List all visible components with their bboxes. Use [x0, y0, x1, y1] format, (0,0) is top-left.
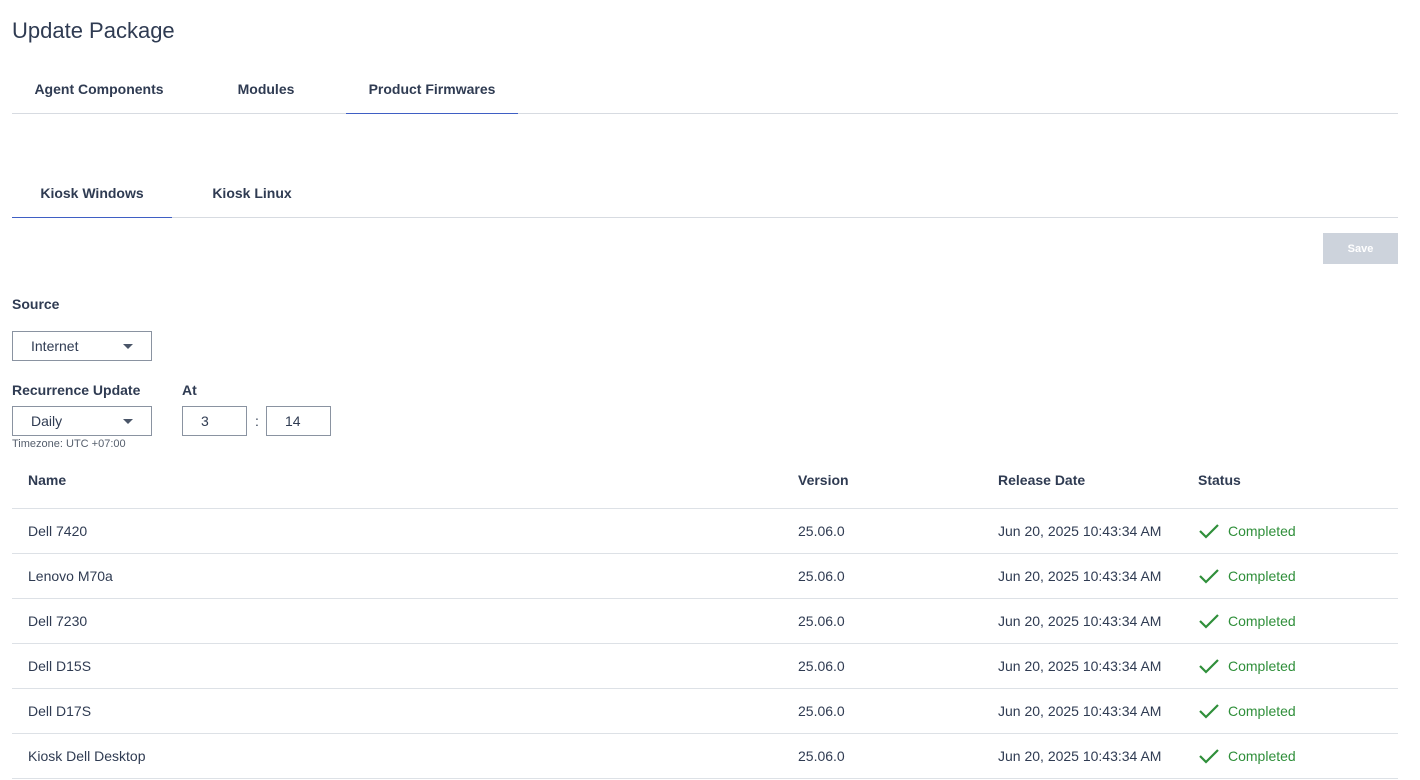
sub-tabs: Kiosk Windows Kiosk Linux	[12, 176, 1398, 218]
cell-release-date: Jun 20, 2025 10:43:34 AM	[998, 658, 1162, 674]
caret-down-icon	[123, 419, 133, 424]
check-icon	[1199, 614, 1219, 629]
status-text: Completed	[1228, 658, 1296, 674]
recurrence-label: Recurrence Update	[12, 382, 141, 398]
firmware-table: Name Version Release Date Status Dell 74…	[12, 462, 1398, 779]
check-icon	[1199, 524, 1219, 539]
cell-release-date: Jun 20, 2025 10:43:34 AM	[998, 523, 1162, 539]
tab-product-firmwares[interactable]: Product Firmwares	[346, 72, 518, 114]
cell-name: Dell D17S	[28, 703, 92, 719]
cell-name: Dell D15S	[28, 658, 92, 674]
caret-down-icon	[123, 344, 133, 349]
header-name[interactable]: Name	[28, 462, 66, 498]
cell-version: 25.06.0	[798, 748, 845, 764]
source-select-value: Internet	[31, 338, 79, 354]
cell-status: Completed	[1198, 509, 1296, 553]
tab-modules[interactable]: Modules	[186, 72, 346, 114]
table-row[interactable]: Dell 7230 25.06.0 Jun 20, 2025 10:43:34 AM…	[12, 599, 1398, 644]
minute-input[interactable]: 14	[266, 406, 331, 436]
table-row[interactable]: Lenovo M70a 25.06.0 Jun 20, 2025 10:43:34 …	[12, 554, 1398, 599]
table-body: Dell 7420 25.06.0 Jun 20, 2025 10:43:34 AM…	[12, 509, 1398, 779]
cell-version: 25.06.0	[798, 703, 845, 719]
cell-version: 25.06.0	[798, 613, 845, 629]
cell-status: Completed	[1198, 599, 1296, 643]
table-header: Name Version Release Date Status	[12, 462, 1398, 509]
tab-agent-components[interactable]: Agent Components	[12, 72, 186, 114]
tab-kiosk-windows[interactable]: Kiosk Windows	[12, 176, 172, 218]
at-label: At	[182, 382, 197, 398]
check-icon	[1199, 749, 1219, 764]
time-separator: :	[255, 413, 259, 429]
check-icon	[1199, 704, 1219, 719]
header-status[interactable]: Status	[1198, 462, 1241, 498]
cell-name: Dell 7230	[28, 613, 88, 629]
table-row[interactable]: Dell D17S 25.06.0 Jun 20, 2025 10:43:34 AM…	[12, 689, 1398, 734]
table-row[interactable]: Dell D15S 25.06.0 Jun 20, 2025 10:43:34 AM…	[12, 644, 1398, 689]
cell-status: Completed	[1198, 644, 1296, 688]
cell-version: 25.06.0	[798, 568, 845, 584]
cell-name: Lenovo M70a	[28, 568, 113, 584]
cell-status: Completed	[1198, 734, 1296, 778]
status-text: Completed	[1228, 613, 1296, 629]
timezone-note: Timezone: UTC +07:00	[12, 438, 126, 450]
status-text: Completed	[1228, 568, 1296, 584]
save-button[interactable]: Save	[1323, 233, 1398, 264]
cell-release-date: Jun 20, 2025 10:43:34 AM	[998, 703, 1162, 719]
status-text: Completed	[1228, 748, 1296, 764]
recurrence-select-value: Daily	[31, 413, 63, 429]
cell-version: 25.06.0	[798, 658, 845, 674]
source-select[interactable]: Internet	[12, 331, 152, 361]
cell-name: Kiosk Dell Desktop	[28, 748, 146, 764]
cell-release-date: Jun 20, 2025 10:43:34 AM	[998, 568, 1162, 584]
cell-status: Completed	[1198, 689, 1296, 733]
header-version[interactable]: Version	[798, 462, 849, 498]
status-text: Completed	[1228, 523, 1296, 539]
recurrence-select[interactable]: Daily	[12, 406, 152, 436]
cell-name: Dell 7420	[28, 523, 88, 539]
tab-kiosk-linux[interactable]: Kiosk Linux	[172, 176, 332, 218]
check-icon	[1199, 569, 1219, 584]
hour-input[interactable]: 3	[182, 406, 247, 436]
status-text: Completed	[1228, 703, 1296, 719]
table-row[interactable]: Dell 7420 25.06.0 Jun 20, 2025 10:43:34 AM…	[12, 509, 1398, 554]
cell-version: 25.06.0	[798, 523, 845, 539]
check-icon	[1199, 659, 1219, 674]
cell-status: Completed	[1198, 554, 1296, 598]
page-title: Update Package	[12, 18, 175, 43]
source-label: Source	[12, 296, 60, 312]
cell-release-date: Jun 20, 2025 10:43:34 AM	[998, 613, 1162, 629]
header-release-date[interactable]: Release Date	[998, 462, 1085, 498]
top-tabs: Agent Components Modules Product Firmwar…	[12, 72, 1398, 114]
table-row[interactable]: Kiosk Dell Desktop 25.06.0 Jun 20, 2025 10…	[12, 734, 1398, 779]
cell-release-date: Jun 20, 2025 10:43:34 AM	[998, 748, 1162, 764]
